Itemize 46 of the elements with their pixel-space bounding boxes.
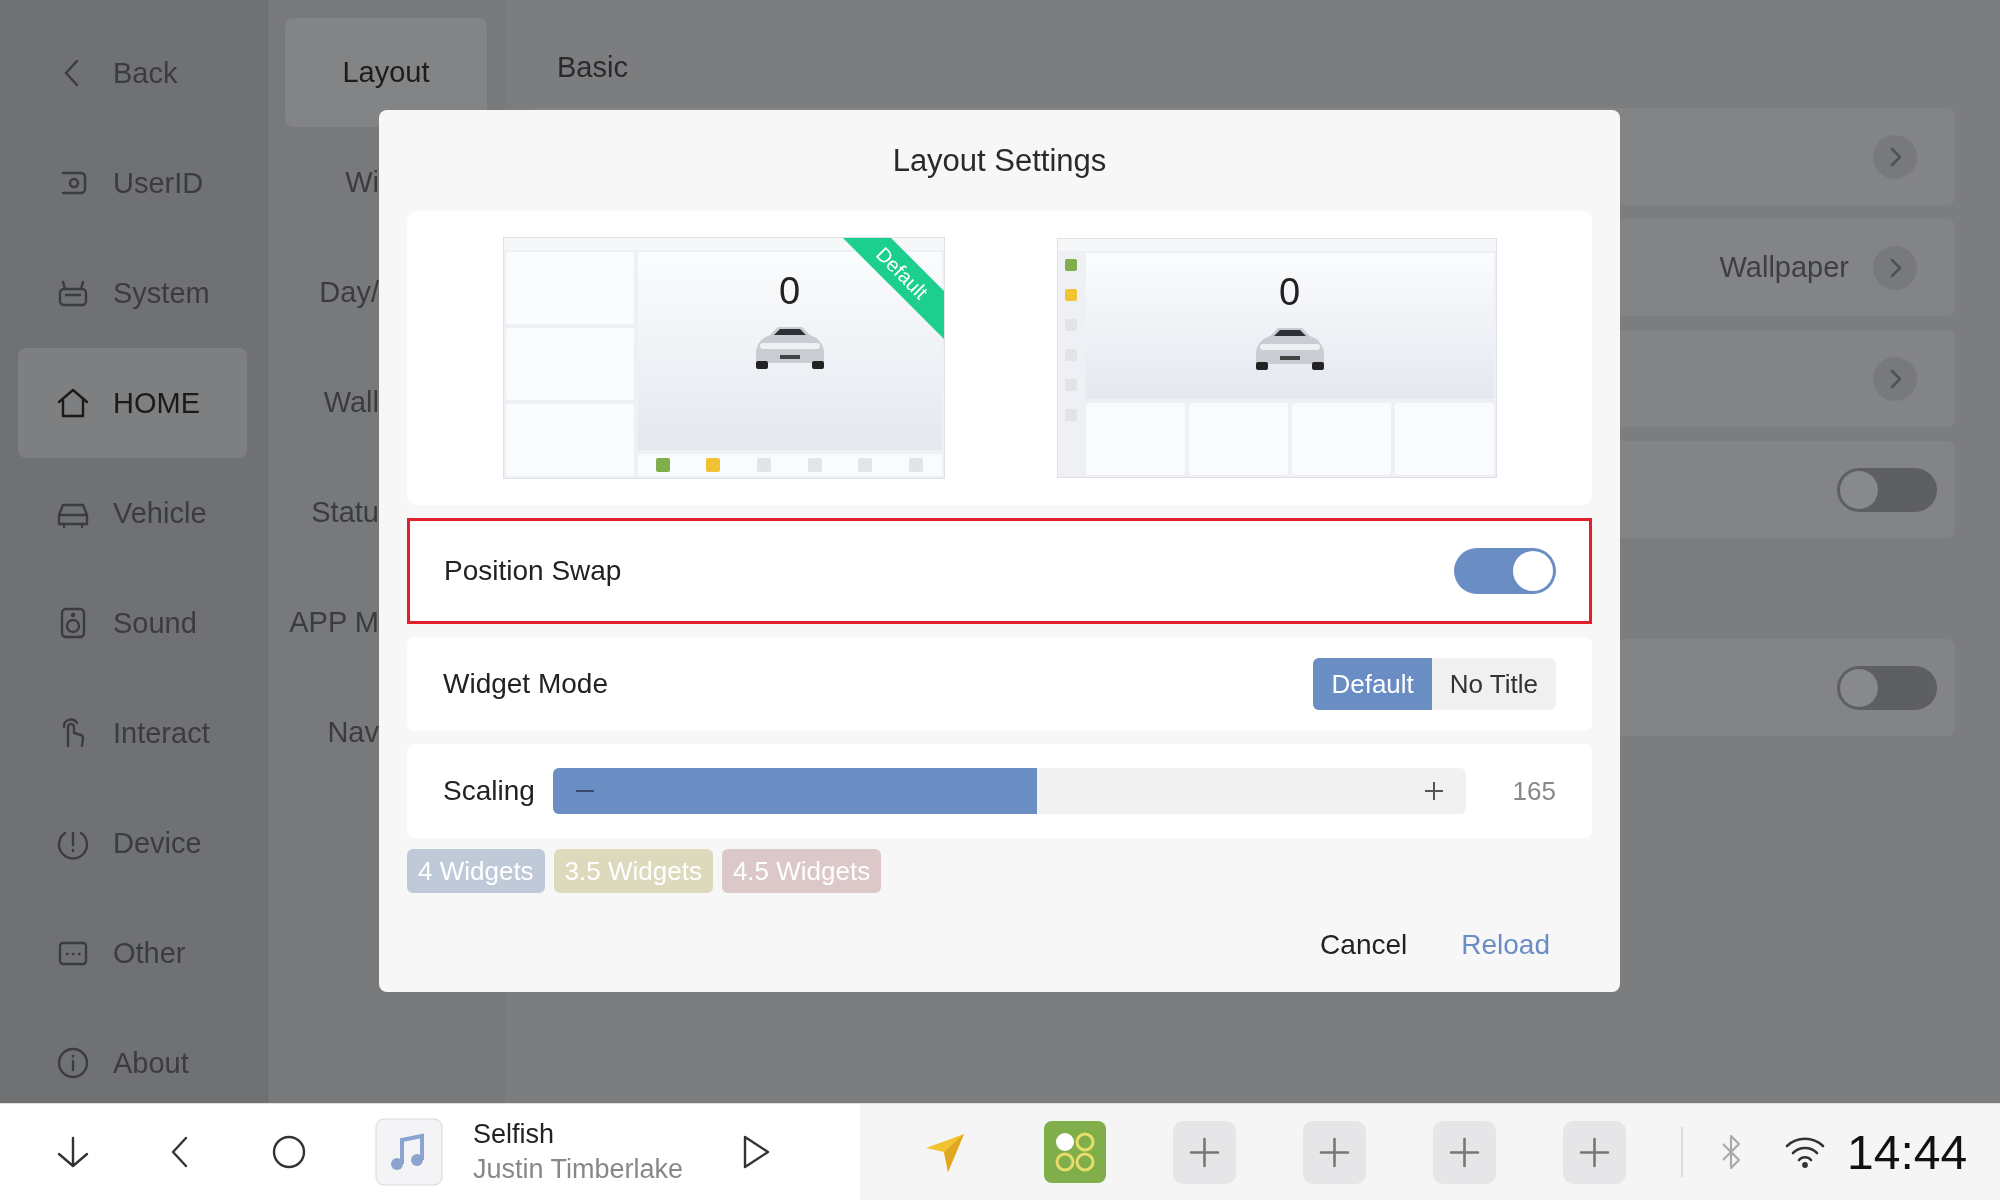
dialog-title: Layout Settings: [892, 142, 1107, 179]
chevron-icon: [1873, 356, 1917, 401]
app-slot-icon: [757, 458, 772, 472]
widget-mode-label: Widget Mode: [443, 668, 609, 700]
chevron-icon: [1873, 245, 1917, 290]
app-grid-icon[interactable]: [1044, 1121, 1106, 1183]
toggle-switch[interactable]: [1837, 467, 1937, 512]
app-slot-icon: [807, 458, 822, 472]
info-icon: [55, 1045, 91, 1081]
add-slot-icon[interactable]: [1563, 1120, 1626, 1184]
app-slot-icon: [1064, 289, 1077, 301]
add-slot-icon[interactable]: [1173, 1120, 1236, 1184]
mode-option[interactable]: Default: [1313, 658, 1432, 710]
app-slot-icon: [655, 458, 670, 472]
speed-reading: 0: [1278, 271, 1301, 314]
cancel-button[interactable]: Cancel: [1300, 918, 1428, 971]
app-slot-icon: [909, 458, 924, 472]
scaling-label: Scaling: [443, 775, 535, 807]
subnav-tab[interactable]: Layout: [285, 18, 487, 127]
clock-time: 14:44: [1847, 1124, 1968, 1180]
reload-button[interactable]: Reload: [1441, 918, 1570, 971]
toggle-switch[interactable]: [1837, 665, 1937, 710]
position-swap-label: Position Swap: [444, 555, 623, 587]
app-slot-icon: [706, 458, 721, 472]
position-swap-toggle[interactable]: [1454, 548, 1556, 594]
song-title: Selfish: [473, 1119, 556, 1150]
preset-chip[interactable]: 4 Widgets: [407, 849, 545, 893]
music-note-icon: [375, 1118, 443, 1186]
app-slot-icon: [858, 458, 873, 472]
wifi-icon: [1783, 1134, 1827, 1170]
scaling-value: 165: [1511, 775, 1556, 807]
row-label: Wallpaper: [1719, 251, 1849, 284]
artist-name: Justin Timberlake: [473, 1154, 685, 1185]
mode-option[interactable]: No Title: [1431, 658, 1556, 710]
section-title: Basic: [556, 49, 629, 85]
chevron-icon: [1873, 134, 1917, 179]
add-slot-icon[interactable]: [1433, 1120, 1496, 1184]
layout-preview[interactable]: 0: [1056, 238, 1497, 478]
preset-chip[interactable]: 3.5 Widgets: [553, 849, 713, 893]
add-slot-icon[interactable]: [1303, 1120, 1366, 1184]
scaling-slider[interactable]: [552, 768, 1466, 814]
sidebar-label: HOME: [113, 386, 200, 420]
plus-icon[interactable]: [1422, 779, 1446, 803]
sidebar-item[interactable]: HOME: [18, 348, 247, 458]
app-slot-icon: [1064, 259, 1077, 271]
speed-reading: 0: [778, 270, 801, 313]
